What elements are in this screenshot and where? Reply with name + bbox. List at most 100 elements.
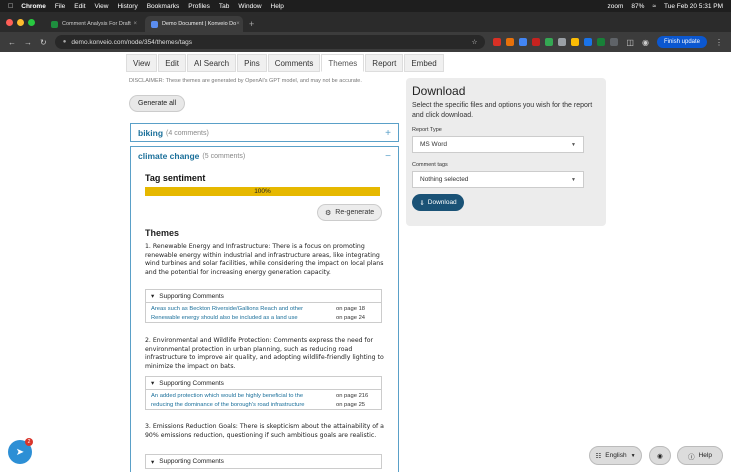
download-description: Select the specific files and options yo…	[412, 102, 593, 119]
reload-icon[interactable]: ↻	[40, 38, 47, 47]
new-tab-icon[interactable]: +	[245, 16, 254, 32]
comment-tags-label: Comment tags	[412, 162, 448, 168]
finish-update-button[interactable]: Finish update	[656, 36, 707, 48]
extension-icon[interactable]	[571, 38, 580, 46]
comment-page: on page 25	[336, 401, 366, 408]
menu-tab[interactable]: Tab	[219, 3, 229, 10]
address-bar[interactable]: ● demo.konveio.com/node/354/themes/tags …	[54, 35, 486, 49]
tag-name: climate change	[138, 151, 200, 161]
comment-tags-select[interactable]: Nothing selected ▼	[412, 171, 584, 188]
site-info-icon[interactable]: ●	[63, 39, 67, 45]
menu-profiles[interactable]: Profiles	[188, 3, 210, 10]
apple-icon[interactable]: 	[8, 3, 13, 10]
tab-pins[interactable]: Pins	[237, 54, 267, 72]
wifi-icon[interactable]: ≈	[652, 3, 656, 10]
download-button[interactable]: ⇓ Download	[412, 194, 464, 211]
tab-title: Demo Document | Konveio Do	[162, 21, 237, 27]
extension-icon[interactable]	[532, 38, 541, 46]
theme-3-text: 3. Emissions Reduction Goals: There is s…	[145, 423, 384, 439]
caret-down-icon: ▾	[151, 458, 155, 466]
supporting-comments-3: ▾ Supporting Comments	[145, 454, 382, 469]
download-panel: Download Select the specific files and o…	[406, 78, 606, 226]
comment-page: on page 216	[336, 393, 369, 400]
menu-app-name[interactable]: Chrome	[21, 3, 46, 10]
supporting-comments-toggle[interactable]: ▾ Supporting Comments	[146, 377, 381, 390]
report-type-value: MS Word	[420, 141, 447, 148]
comment-link[interactable]: Renewable energy should also be included…	[151, 315, 332, 321]
supporting-comment-row: An added protection which would be highl…	[146, 392, 381, 401]
accessibility-view-button[interactable]: ◉	[649, 446, 671, 465]
caret-down-icon: ▼	[571, 141, 576, 148]
translate-icon: ☷	[595, 452, 602, 460]
extension-icon[interactable]	[519, 38, 528, 46]
tab-view[interactable]: View	[126, 54, 158, 72]
extension-icon[interactable]	[506, 38, 515, 46]
accordion-header-climate-change[interactable]: climate change (5 comments) −	[131, 147, 398, 165]
more-menu-icon[interactable]: ⋮	[715, 38, 723, 47]
expand-icon[interactable]: +	[385, 128, 391, 139]
puzzle-icon[interactable]	[610, 38, 619, 46]
comment-tags-value: Nothing selected	[420, 176, 469, 183]
comment-link[interactable]: An added protection which would be highl…	[151, 393, 332, 399]
tab-edit[interactable]: Edit	[158, 54, 186, 72]
comment-link[interactable]: reducing the dominance of the borough's …	[151, 402, 332, 408]
browser-tab-strip: Comment Analysis For Draft × Demo Docume…	[0, 12, 731, 32]
extension-icon[interactable]	[493, 38, 502, 46]
supporting-comments-toggle[interactable]: ▾ Supporting Comments	[146, 290, 381, 303]
tab-embed[interactable]: Embed	[404, 54, 444, 72]
language-selector[interactable]: ☷ English ▼	[589, 446, 642, 465]
help-label: Help	[698, 452, 712, 459]
battery-percent[interactable]: 87%	[631, 3, 644, 10]
supporting-comments-toggle[interactable]: ▾ Supporting Comments	[146, 455, 381, 468]
regenerate-button[interactable]: ⚙ Re-generate	[317, 204, 383, 221]
tab-comments[interactable]: Comments	[267, 54, 321, 72]
konveio-favicon-icon	[151, 20, 158, 28]
download-title: Download	[412, 84, 466, 98]
supporting-comments-label: Supporting Comments	[159, 379, 224, 387]
menu-window[interactable]: Window	[238, 3, 261, 10]
supporting-comments-2: ▾ Supporting Comments An added protectio…	[145, 376, 382, 410]
profile-avatar[interactable]: ◉	[642, 38, 649, 47]
announcement-button[interactable]: ➤ 2	[8, 438, 33, 464]
tab-ai-search[interactable]: AI Search	[187, 54, 237, 72]
menu-history[interactable]: History	[117, 3, 137, 10]
zoom-status[interactable]: zoom	[607, 3, 623, 10]
sidebar-icon[interactable]: ◫	[626, 38, 634, 47]
extension-icon[interactable]	[597, 38, 606, 46]
browser-tab-demo-document[interactable]: Demo Document | Konveio Do ×	[145, 16, 243, 32]
help-button[interactable]: ⓘ Help	[677, 446, 723, 465]
close-tab-icon[interactable]: ×	[236, 21, 240, 27]
comment-link[interactable]: Areas such as Beckton Riverside/Gallions…	[151, 306, 332, 312]
bookmark-star-icon[interactable]: ☆	[472, 38, 478, 46]
tab-report[interactable]: Report	[365, 54, 404, 72]
caret-down-icon: ▼	[630, 452, 636, 459]
clock[interactable]: Tue Feb 20 5:31 PM	[664, 3, 723, 10]
extension-icon[interactable]	[584, 38, 593, 46]
extension-icon[interactable]	[558, 38, 567, 46]
menu-view[interactable]: View	[95, 3, 109, 10]
close-tab-icon[interactable]: ×	[133, 21, 137, 27]
minimize-window-icon[interactable]	[17, 18, 24, 26]
menu-edit[interactable]: Edit	[74, 3, 85, 10]
forward-icon[interactable]: →	[24, 38, 32, 47]
extension-icon[interactable]	[545, 38, 554, 46]
menu-bookmarks[interactable]: Bookmarks	[147, 3, 180, 10]
caret-down-icon: ▾	[151, 293, 155, 300]
tag-accordion-biking: biking (4 comments) +	[130, 123, 399, 142]
tag-comment-count: (5 comments)	[202, 152, 246, 160]
menu-help[interactable]: Help	[271, 3, 284, 10]
tab-themes[interactable]: Themes	[321, 54, 365, 72]
collapse-icon[interactable]: −	[385, 151, 391, 162]
sheets-favicon-icon	[51, 20, 58, 28]
download-button-label: Download	[427, 199, 457, 206]
report-type-select[interactable]: MS Word ▼	[412, 136, 584, 153]
close-window-icon[interactable]	[6, 18, 13, 26]
accordion-header-biking[interactable]: biking (4 comments) +	[131, 124, 398, 142]
maximize-window-icon[interactable]	[28, 18, 35, 26]
supporting-comments-1: ▾ Supporting Comments Areas such as Beck…	[145, 289, 382, 323]
browser-tab-comment-analysis[interactable]: Comment Analysis For Draft ×	[45, 16, 143, 32]
generate-all-button[interactable]: Generate all	[129, 95, 186, 112]
back-icon[interactable]: ←	[8, 38, 16, 47]
menu-file[interactable]: File	[55, 3, 65, 10]
supporting-comment-row: Areas such as Beckton Riverside/Gallions…	[146, 305, 381, 314]
